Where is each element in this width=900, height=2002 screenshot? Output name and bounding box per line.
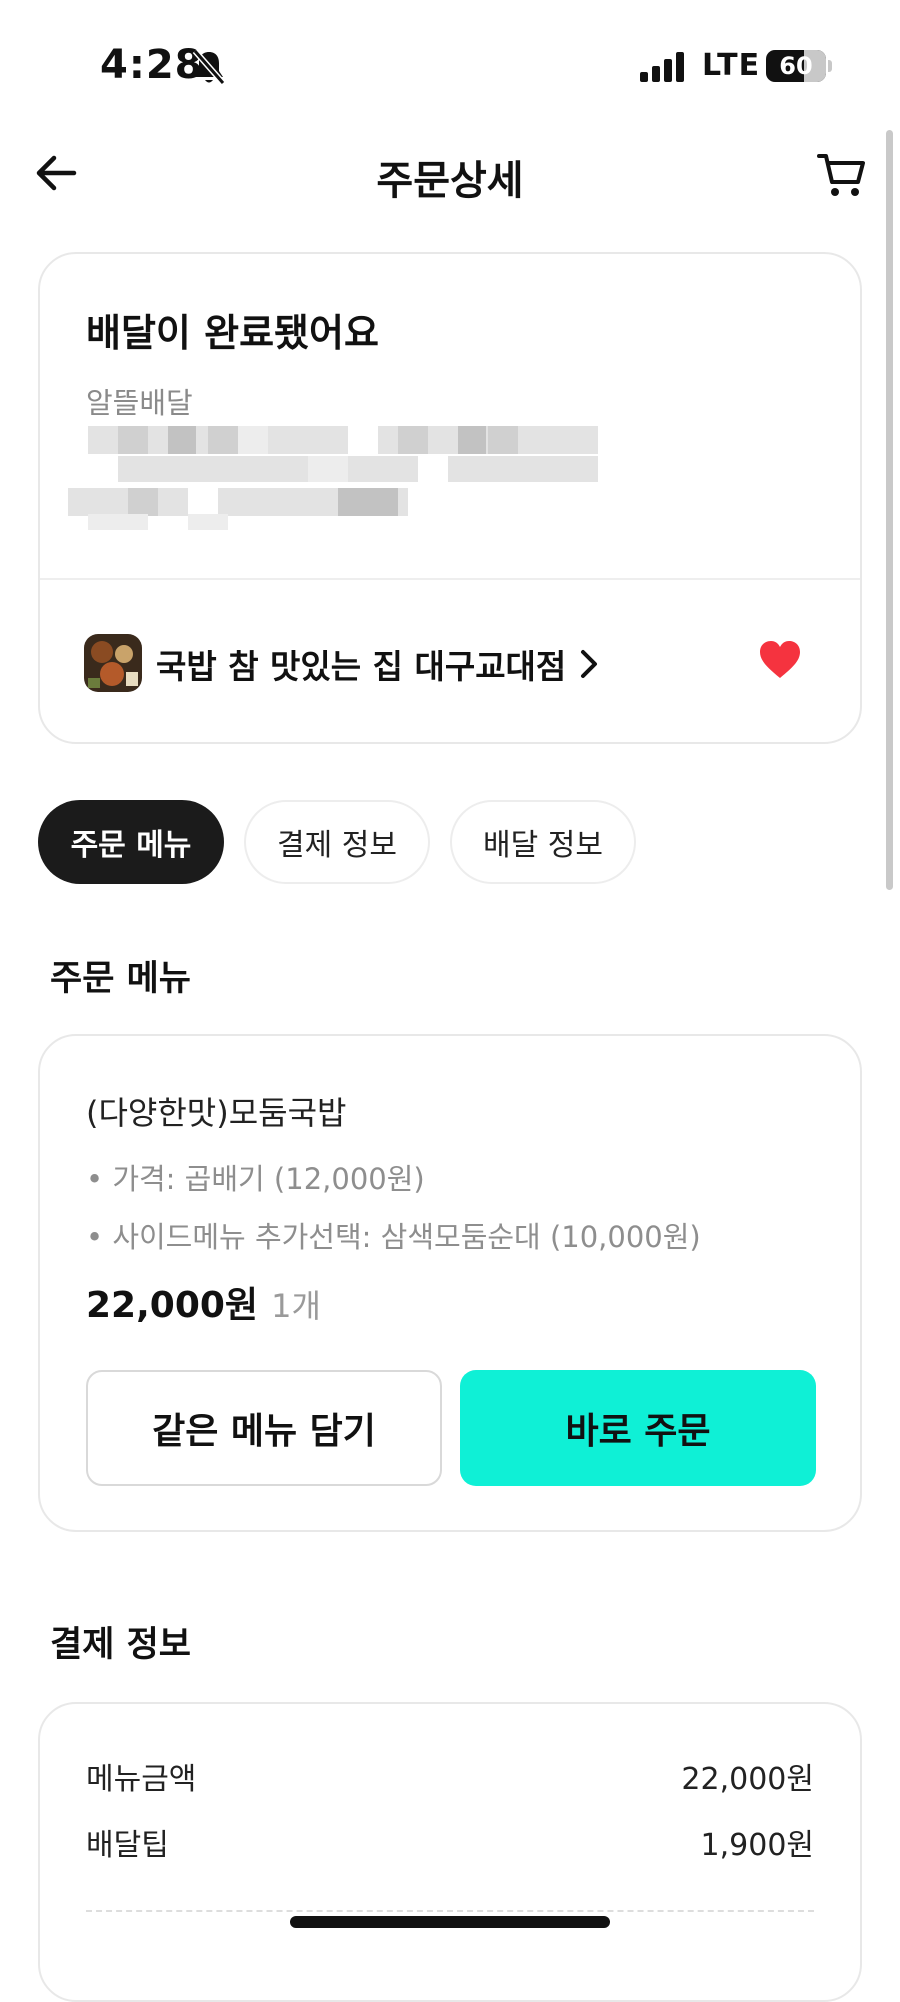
store-thumbnail[interactable]	[84, 634, 142, 692]
order-status-card: 배달이 완료됐어요 알뜰배달 국밥 참 맛있는 집 대구교대점	[38, 252, 862, 744]
dashed-divider	[86, 1910, 814, 1912]
battery-nub	[828, 60, 832, 72]
card-divider	[40, 578, 860, 580]
menu-option: • 사이드메뉴 추가선택: 삼색모둠순대 (10,000원)	[86, 1220, 701, 1254]
bell-slash-icon	[192, 49, 226, 85]
cart-icon[interactable]	[816, 150, 866, 200]
signal-icon	[640, 52, 684, 82]
order-now-button[interactable]: 바로 주문	[460, 1370, 816, 1486]
scrollbar[interactable]	[886, 130, 893, 890]
order-status-title: 배달이 완료됐어요	[86, 311, 379, 355]
menu-amount-value: 22,000원	[681, 1762, 814, 1797]
menu-option: • 가격: 곱배기 (12,000원)	[86, 1162, 425, 1196]
battery-indicator: 60	[766, 50, 826, 82]
tab-delivery-info[interactable]: 배달 정보	[450, 800, 636, 884]
network-label: LTE	[702, 48, 761, 83]
menu-item-name: (다양한맛)모둠국밥	[86, 1094, 347, 1132]
payment-info-card: 메뉴금액 22,000원 배달팁 1,900원	[38, 1702, 862, 2002]
status-time: 4:28	[100, 42, 204, 88]
delivery-tip-label: 배달팁	[86, 1828, 169, 1863]
status-bar: 4:28 LTE 60	[0, 0, 900, 120]
battery-level: 60	[779, 52, 813, 80]
chevron-right-icon[interactable]	[578, 646, 600, 682]
menu-price-row: 22,000원 1개	[86, 1276, 321, 1328]
menu-section-heading: 주문 메뉴	[50, 959, 191, 999]
add-same-menu-button[interactable]: 같은 메뉴 담기	[86, 1370, 442, 1486]
heart-icon[interactable]	[758, 638, 802, 682]
store-name-link[interactable]: 국밥 참 맛있는 집 대구교대점	[156, 640, 566, 688]
home-indicator[interactable]	[290, 1916, 610, 1928]
menu-item-price: 22,000원	[86, 1285, 259, 1326]
tab-order-menu[interactable]: 주문 메뉴	[38, 800, 224, 884]
delivery-tip-value: 1,900원	[700, 1828, 814, 1863]
menu-amount-label: 메뉴금액	[86, 1762, 197, 1797]
page-title: 주문상세	[376, 158, 524, 204]
menu-item-card: (다양한맛)모둠국밥 • 가격: 곱배기 (12,000원) • 사이드메뉴 추…	[38, 1034, 862, 1532]
payment-section-heading: 결제 정보	[50, 1625, 191, 1665]
delivery-type: 알뜰배달	[86, 386, 193, 420]
tab-payment-info[interactable]: 결제 정보	[244, 800, 430, 884]
blurred-address	[68, 426, 598, 530]
menu-item-quantity: 1개	[271, 1287, 321, 1325]
